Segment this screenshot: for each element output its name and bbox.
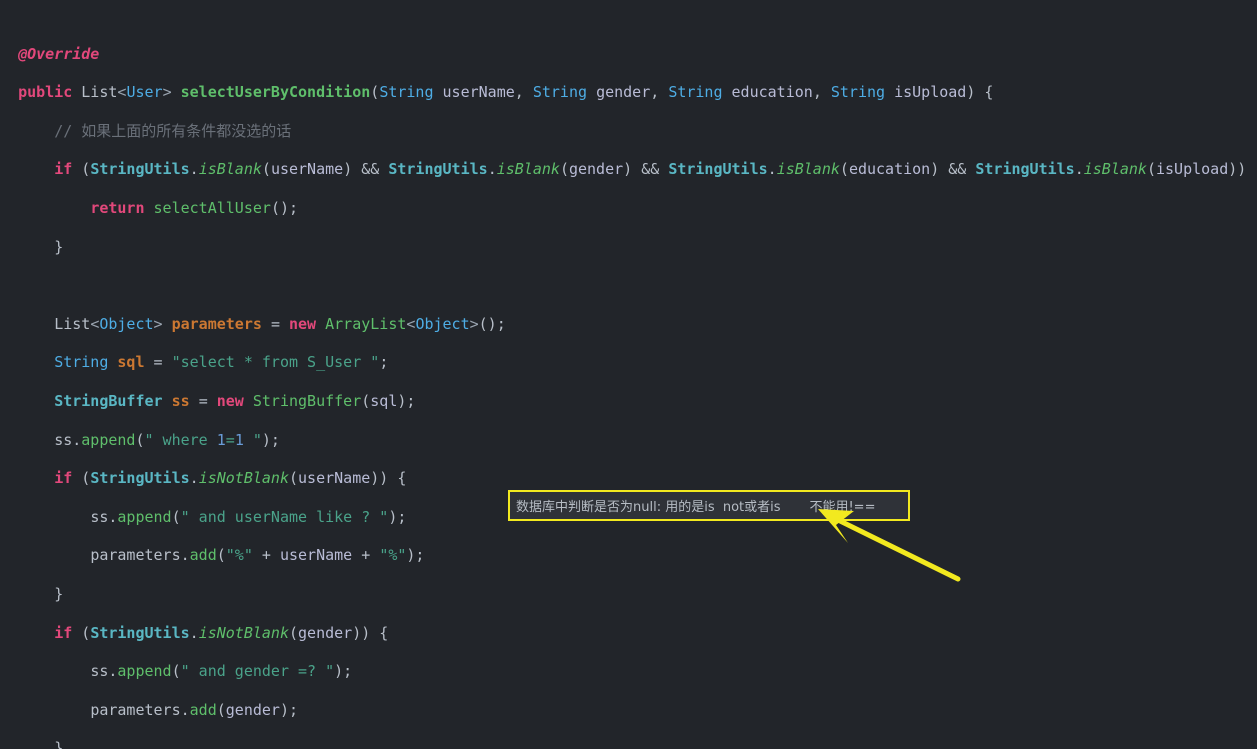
code-area[interactable]: @Override public List<User> selectUserBy…: [0, 0, 1257, 749]
code-line: }: [54, 739, 64, 749]
code-line: ss.append(" and gender =? ");: [90, 662, 353, 681]
code-editor-screenshot: @Override public List<User> selectUserBy…: [0, 0, 1257, 749]
code-line: }: [54, 584, 64, 603]
code-line: parameters.add(gender);: [90, 700, 299, 719]
code-line: ss.append(" where 1=1 ");: [54, 430, 280, 449]
code-line: public List<User> selectUserByCondition(…: [18, 83, 994, 102]
code-line: if (StringUtils.isNotBlank(gender)) {: [54, 623, 389, 642]
code-line: // 如果上面的所有条件都没选的话: [54, 121, 292, 140]
code-line: String sql = "select * from S_User ";: [54, 353, 389, 372]
annotation-callout-box: 数据库中判断是否为null: 用的是is not或者is 不能用!==: [508, 490, 910, 521]
code-line: StringBuffer ss = new StringBuffer(sql);: [54, 391, 416, 410]
code-line: return selectAllUser();: [90, 198, 299, 217]
code-line: @Override: [18, 44, 100, 63]
code-line: List<Object> parameters = new ArrayList<…: [54, 314, 506, 333]
annotation-text: 数据库中判断是否为null: 用的是is not或者is 不能用!==: [516, 500, 876, 515]
code-line: parameters.add("%" + userName + "%");: [90, 546, 425, 565]
code-line: if (StringUtils.isBlank(userName) && Str…: [54, 160, 1257, 179]
code-line: if (StringUtils.isNotBlank(userName)) {: [54, 469, 407, 488]
code-line: }: [54, 237, 64, 256]
